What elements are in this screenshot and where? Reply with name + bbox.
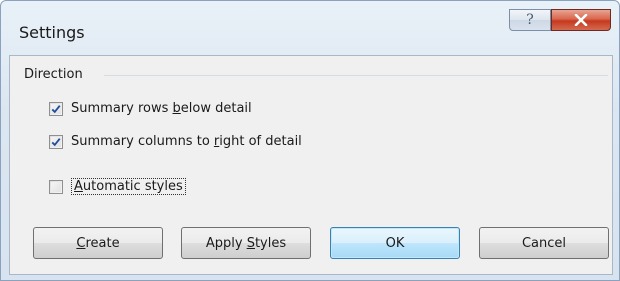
ok-button-label: OK	[385, 235, 405, 251]
close-button[interactable]	[551, 9, 611, 31]
checkbox-label: Summary columns to right of detail	[71, 134, 302, 149]
group-divider	[104, 75, 608, 76]
cancel-button[interactable]: Cancel	[479, 227, 609, 259]
create-button[interactable]: Create	[33, 227, 163, 259]
checkbox-automatic-styles[interactable]: Automatic styles	[49, 178, 186, 195]
checkbox-box[interactable]	[49, 101, 63, 116]
checkbox-label: Summary rows below detail	[71, 101, 252, 116]
checkbox-summary-rows-below[interactable]: Summary rows below detail	[49, 101, 252, 116]
apply-styles-button[interactable]: Apply Styles	[181, 227, 311, 259]
checkbox-box[interactable]	[49, 179, 63, 194]
cancel-button-label: Cancel	[521, 235, 567, 251]
help-icon: ?	[526, 12, 534, 28]
title-bar[interactable]: Settings ?	[1, 1, 619, 53]
dialog-title: Settings	[19, 23, 85, 42]
checkbox-box[interactable]	[49, 134, 63, 149]
help-button[interactable]: ?	[509, 9, 551, 31]
close-icon	[574, 14, 588, 26]
checkmark-icon	[51, 104, 61, 113]
create-button-label: Create	[76, 235, 120, 251]
apply-styles-button-label: Apply Styles	[205, 235, 287, 251]
ok-button[interactable]: OK	[330, 227, 460, 259]
checkbox-summary-columns-right[interactable]: Summary columns to right of detail	[49, 134, 302, 149]
checkbox-label: Automatic styles	[71, 178, 186, 195]
checkmark-icon	[51, 137, 61, 146]
group-label-direction: Direction	[24, 67, 83, 82]
